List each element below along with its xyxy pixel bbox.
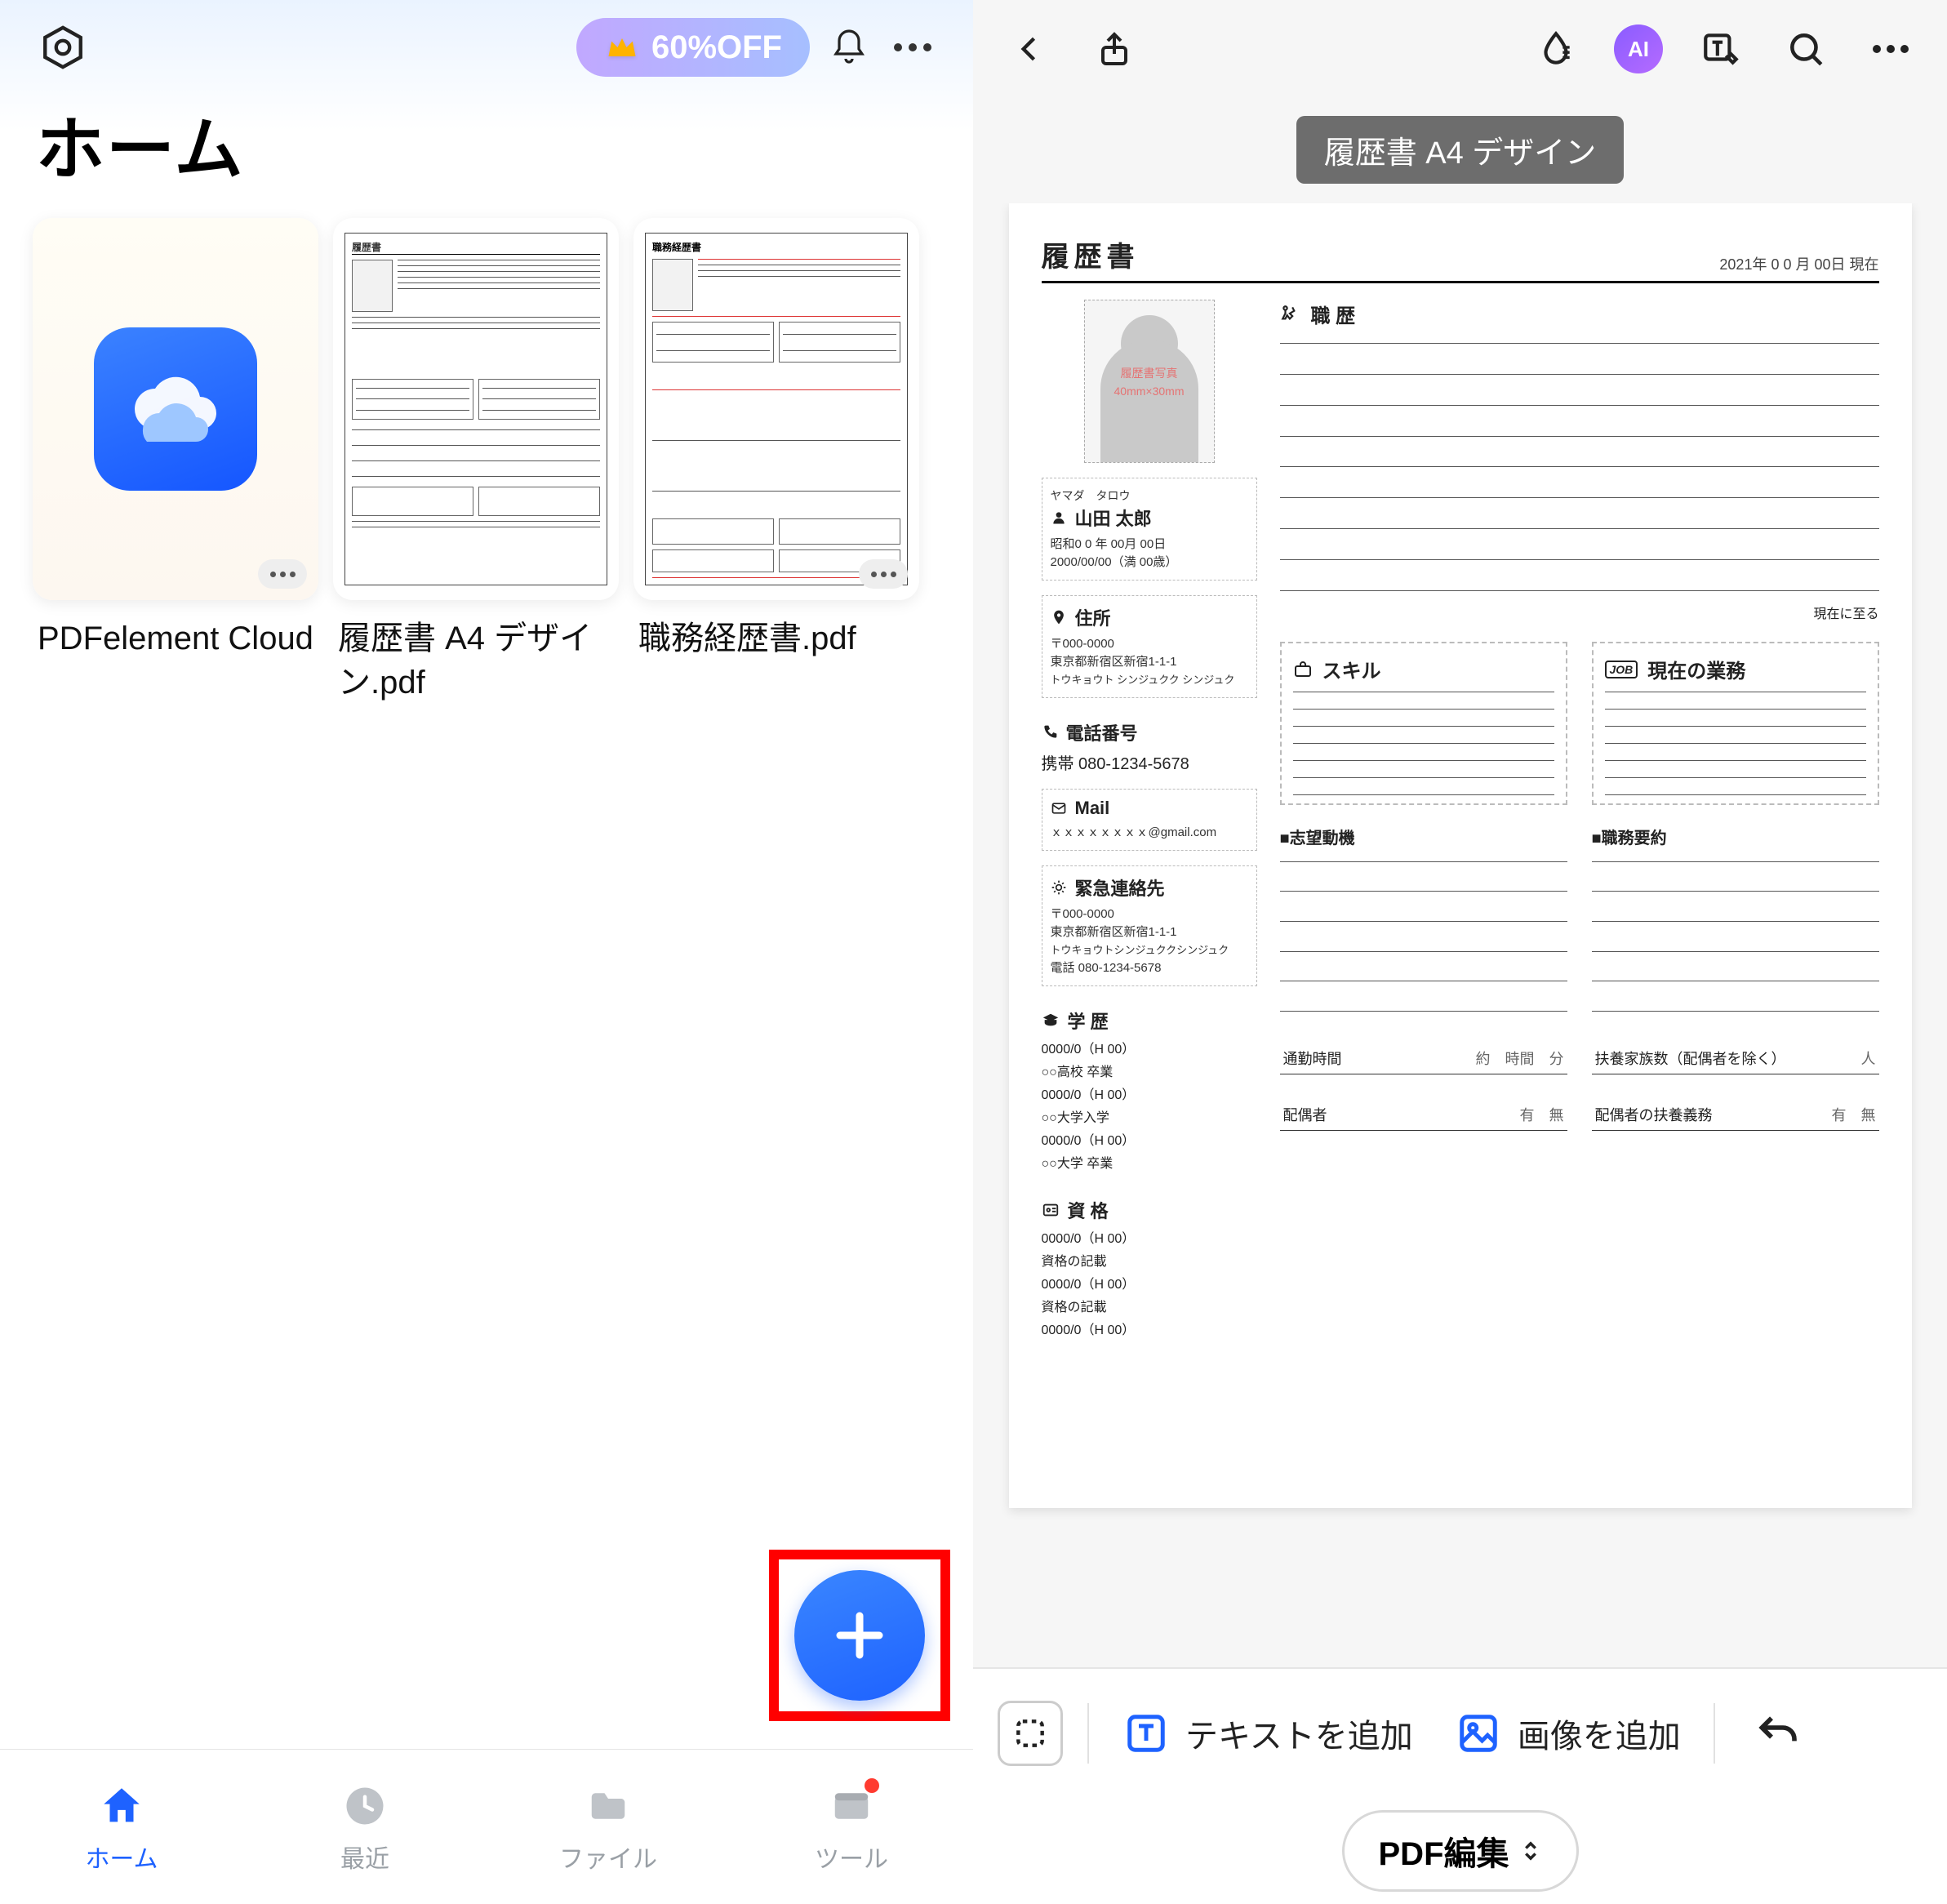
add-text-button[interactable]: テキストを追加 [1114,1696,1421,1771]
education-section: 学 歴 0000/0（H 00）○○高校 卒業 0000/0（H 00）○○大学… [1042,1001,1257,1176]
page-canvas[interactable]: 履歴書 2021年 0 0 月 00日 現在 履歴書写真 40mm×30mm ヤ… [973,203,1947,1667]
file-card[interactable]: PDFelement Cloud [33,218,318,705]
current-job-box: JOB現在の業務 [1592,642,1879,805]
file-grid: PDFelement Cloud 履歴書 履歴書 A4 デザイン.pdf [0,218,973,705]
ai-button[interactable]: AI [1614,24,1663,73]
notifications-icon[interactable] [825,23,873,72]
fab-highlight [769,1550,950,1721]
resume-date: 2021年 0 0 月 00日 現在 [1719,253,1878,274]
file-more-icon[interactable] [859,559,908,589]
name-section: ヤマダ タロウ 山田 太郎 昭和0 0 年 00月 00日 2000/00/00… [1042,478,1257,581]
editor-toolbar-top: AI [973,0,1947,98]
tab-home[interactable]: ホーム [0,1750,243,1904]
work-history-header: 職 歴 [1280,300,1879,328]
mode-switch-button[interactable]: PDF編集 [1342,1810,1579,1892]
add-image-button[interactable]: 画像を追加 [1446,1696,1689,1771]
address-section: 住所 〒000-0000 東京都新宿区新宿1-1-1 トウキョウト シンジュクク… [1042,595,1257,698]
file-name: 履歴書 A4 デザイン.pdf [333,600,619,705]
app-settings-icon[interactable] [36,20,90,74]
cloud-app-icon [94,327,257,491]
badge-dot-icon [865,1778,879,1793]
share-icon[interactable] [1087,22,1141,76]
mail-section: Mail ｘｘｘｘｘｘｘｘ@gmail.com [1042,789,1257,851]
add-button[interactable] [794,1570,925,1701]
motivation-box: ■志望動機 [1280,825,1567,1018]
file-card[interactable]: 履歴書 履歴書 A4 デザイン.pdf [333,218,619,705]
back-icon[interactable] [1002,22,1056,76]
summary-box: ■職務要約 [1592,825,1879,1018]
home-screen: 60%OFF ホーム [0,0,973,1904]
promo-text: 60%OFF [651,29,782,66]
tab-bar: ホーム 最近 ファイル ツール [0,1749,973,1904]
text-edit-icon[interactable] [1694,22,1748,76]
editor-screen: AI 履歴書 A4 デザイン 履歴書 2021年 0 0 月 00日 現在 履歴… [973,0,1947,1904]
file-name: PDFelement Cloud [33,600,318,661]
more-icon[interactable] [888,23,937,72]
document-title: 履歴書 A4 デザイン [1296,116,1625,184]
undo-button[interactable] [1740,1710,1815,1756]
file-name: 職務経歴書.pdf [633,600,919,661]
tel-section: 電話番号 携帯 080-1234-5678 [1042,713,1257,774]
search-icon[interactable] [1779,22,1833,76]
more-icon[interactable] [1864,22,1918,76]
tab-files[interactable]: ファイル [487,1750,730,1904]
ink-icon[interactable] [1529,22,1583,76]
selection-tool[interactable] [998,1701,1063,1766]
license-section: 資 格 0000/0（H 00）資格の記載 0000/0（H 00）資格の記載 … [1042,1190,1257,1342]
promo-badge[interactable]: 60%OFF [576,18,810,77]
resume-page: 履歴書 2021年 0 0 月 00日 現在 履歴書写真 40mm×30mm ヤ… [1009,203,1912,1508]
tab-tools[interactable]: ツール [730,1750,973,1904]
page-title: ホーム [0,85,973,218]
editor-toolbar-bottom: テキストを追加 画像を追加 [973,1667,1947,1798]
tab-recent[interactable]: 最近 [243,1750,487,1904]
photo-placeholder: 履歴書写真 40mm×30mm [1084,300,1215,463]
file-more-icon[interactable] [258,559,307,589]
resume-title: 履歴書 [1042,234,1140,274]
emergency-section: 緊急連絡先 〒000-0000 東京都新宿区新宿1-1-1 トウキョウトシンジュ… [1042,865,1257,986]
skill-box: スキル [1280,642,1567,805]
file-card[interactable]: 職務経歴書 職務経歴書.pdf [633,218,919,705]
